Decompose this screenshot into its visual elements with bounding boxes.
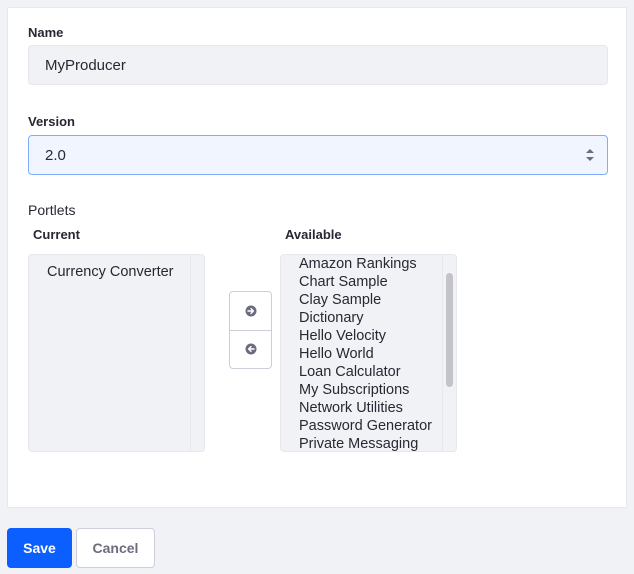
available-list-item[interactable]: Private Messaging — [299, 435, 418, 451]
move-right-button[interactable] — [230, 292, 271, 331]
version-label: Version — [28, 114, 75, 129]
available-list-item[interactable]: Chart Sample — [299, 273, 388, 291]
available-list-item[interactable]: Loan Calculator — [299, 363, 401, 381]
cancel-button[interactable]: Cancel — [76, 528, 155, 568]
current-label: Current — [33, 227, 80, 242]
save-button[interactable]: Save — [7, 528, 72, 568]
name-label: Name — [28, 25, 64, 40]
available-list-item[interactable]: Clay Sample — [299, 291, 381, 309]
available-list-item[interactable]: Amazon Rankings — [299, 255, 417, 273]
available-list-item[interactable]: Hello Velocity — [299, 327, 386, 345]
name-value: MyProducer — [45, 56, 126, 74]
caret-double-icon — [586, 149, 594, 161]
available-list-item[interactable]: Hello World — [299, 345, 374, 363]
current-listbox[interactable]: Currency Converter — [28, 254, 205, 452]
available-list-item[interactable]: Dictionary — [299, 309, 363, 327]
available-list-item[interactable]: Network Utilities — [299, 399, 403, 417]
version-value: 2.0 — [45, 146, 66, 164]
version-select[interactable]: 2.0 — [28, 135, 608, 175]
name-field[interactable]: MyProducer — [28, 45, 608, 85]
available-label: Available — [285, 227, 342, 242]
available-list-item[interactable]: My Subscriptions — [299, 381, 409, 399]
available-scrollbar[interactable] — [442, 255, 456, 451]
form-card: Name MyProducer Version 2.0 Portlets Cur… — [7, 7, 627, 508]
arrow-left-icon — [245, 343, 256, 355]
current-scrollbar[interactable] — [190, 255, 204, 451]
current-list-item[interactable]: Currency Converter — [47, 263, 174, 281]
available-listbox[interactable]: Amazon Rankings Chart Sample Clay Sample Di… — [280, 254, 457, 452]
portlets-label: Portlets — [28, 202, 76, 218]
move-buttons-group — [229, 291, 272, 369]
arrow-right-icon — [245, 305, 256, 317]
move-left-button[interactable] — [230, 330, 271, 368]
available-scroll-thumb[interactable] — [446, 273, 453, 387]
available-list-item[interactable]: Password Generator — [299, 417, 432, 435]
